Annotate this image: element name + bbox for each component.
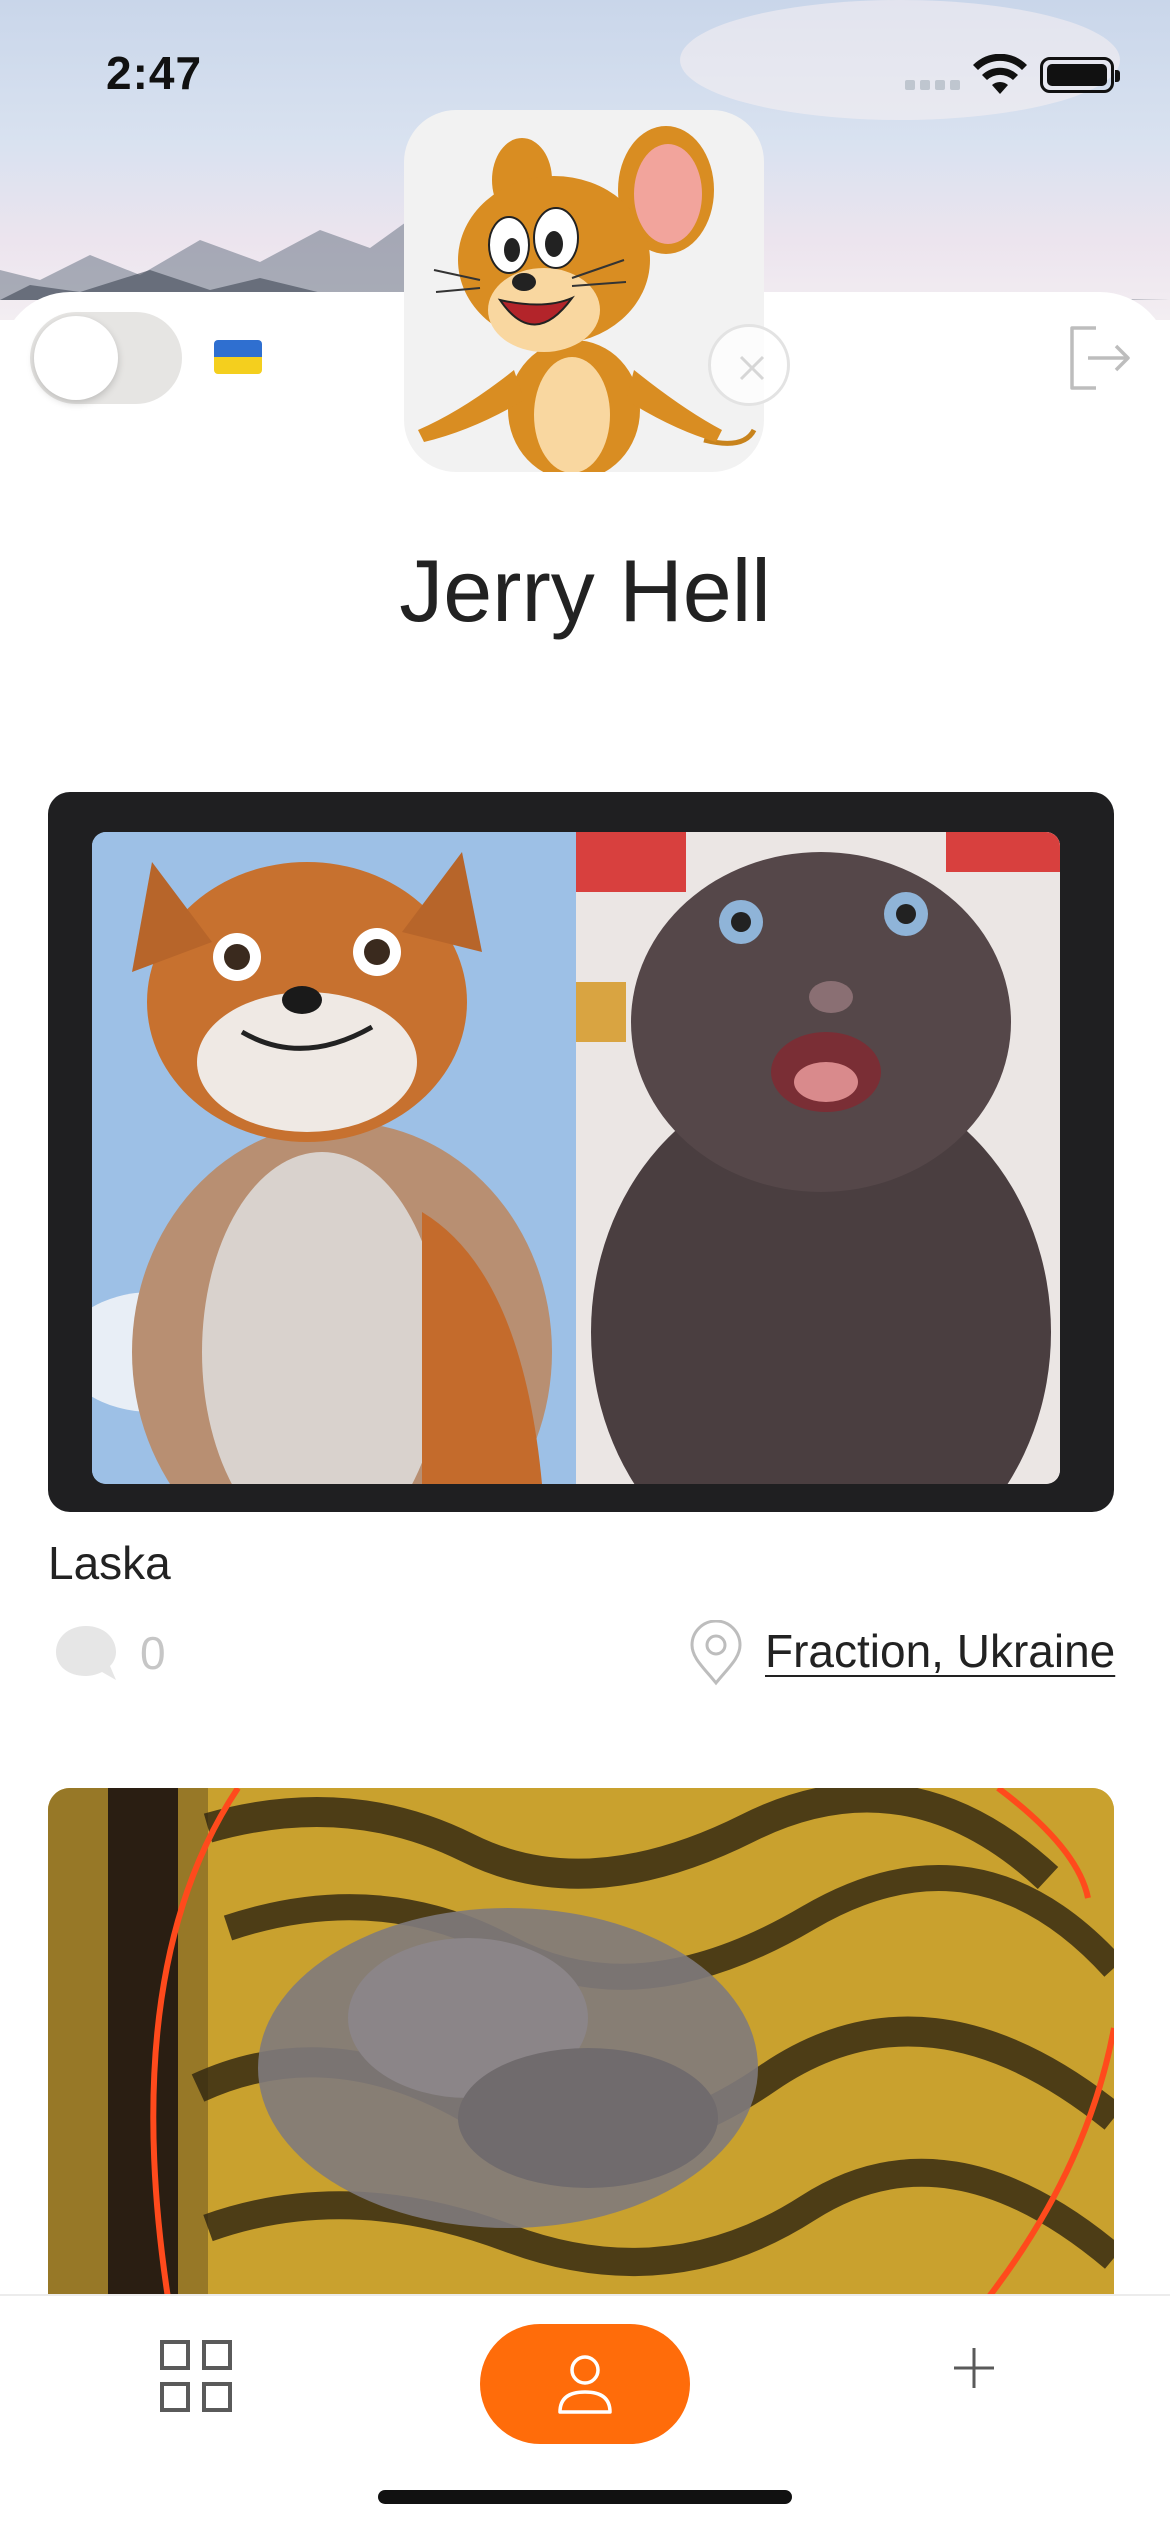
- status-time: 2:47: [106, 47, 203, 99]
- location-pin-icon: [688, 1619, 744, 1686]
- ukraine-flag-icon[interactable]: [214, 340, 262, 374]
- cat-photo: [576, 832, 1060, 1484]
- home-indicator[interactable]: [378, 2490, 792, 2504]
- wifi-icon: [972, 53, 1028, 96]
- cellular-signal-icon: [905, 80, 961, 92]
- visibility-toggle[interactable]: [30, 312, 182, 404]
- post-location-link[interactable]: Fraction, Ukraine: [765, 1624, 1115, 1678]
- post-photo[interactable]: [48, 1788, 1114, 2298]
- grid-icon[interactable]: [160, 2340, 234, 2414]
- comment-icon[interactable]: [54, 1622, 118, 1682]
- battery-icon: [1040, 57, 1120, 93]
- post-title[interactable]: Laska: [48, 1536, 171, 1590]
- toggle-knob: [34, 316, 118, 400]
- profile-tab-button[interactable]: [480, 2324, 690, 2444]
- fox-photo: [92, 832, 576, 1484]
- post-photo[interactable]: [92, 832, 1060, 1484]
- post-card[interactable]: [48, 792, 1114, 1512]
- profile-avatar[interactable]: [404, 110, 764, 472]
- plus-icon[interactable]: [950, 2344, 998, 2392]
- logout-icon[interactable]: [1066, 322, 1132, 394]
- profile-name: Jerry Hell: [399, 541, 771, 640]
- profile-icon: [558, 2355, 612, 2414]
- remove-avatar-close-icon[interactable]: [708, 324, 790, 406]
- comment-count: 0: [140, 1627, 166, 1679]
